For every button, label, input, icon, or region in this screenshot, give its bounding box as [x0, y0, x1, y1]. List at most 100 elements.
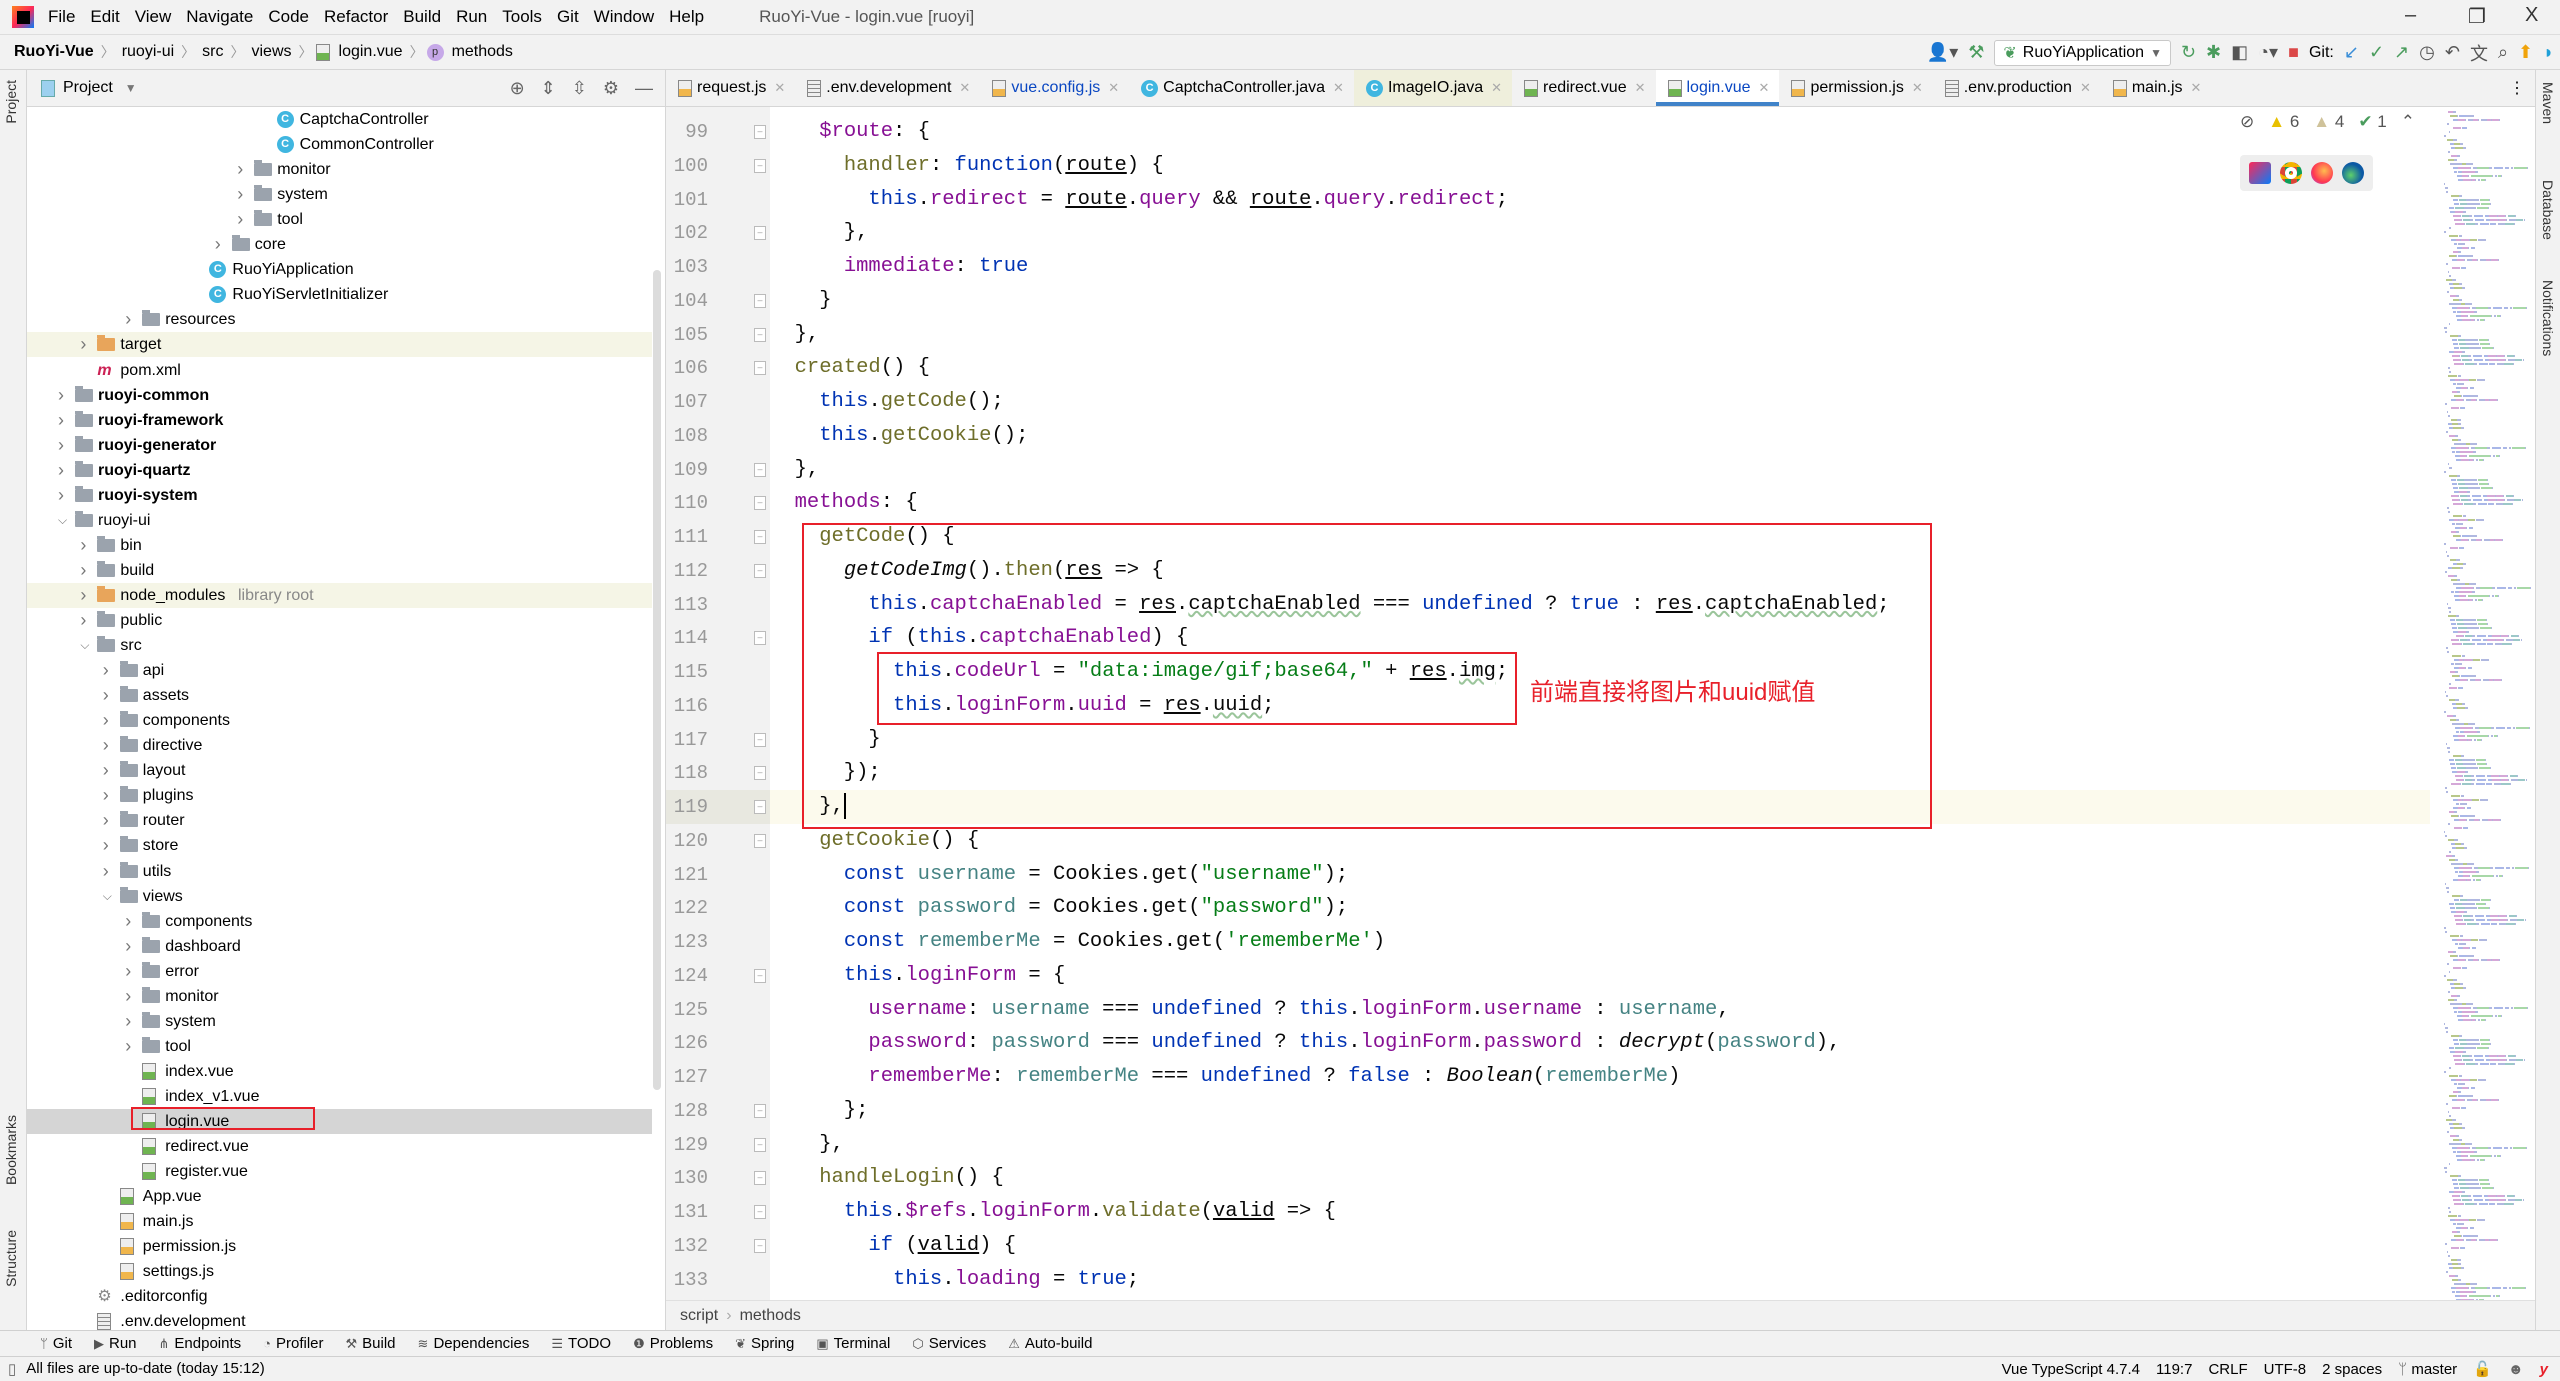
menu-tools[interactable]: Tools	[502, 7, 542, 27]
tree-item[interactable]: › error	[27, 959, 652, 984]
tab-main-js[interactable]: main.js ✕	[2101, 70, 2212, 106]
tree-item[interactable]: › ruoyi-generator	[27, 433, 652, 458]
chevron-down-icon[interactable]: ⌵	[103, 884, 112, 909]
breadcrumb-project[interactable]: RuoYi-Vue	[10, 43, 98, 61]
fold-marker-icon[interactable]: –	[754, 1205, 766, 1219]
chevron-right-icon[interactable]: ›	[125, 934, 131, 959]
tree-item[interactable]: › core	[27, 232, 652, 257]
tree-item[interactable]: › layout	[27, 758, 652, 783]
chevron-down-icon[interactable]: ⌵	[80, 633, 89, 658]
chevron-right-icon[interactable]: ›	[103, 683, 109, 708]
line-separator[interactable]: CRLF	[2208, 1361, 2247, 1378]
menu-navigate[interactable]: Navigate	[186, 7, 253, 27]
restore-button[interactable]: ❐	[2468, 4, 2486, 29]
chevron-right-icon[interactable]: ›	[58, 433, 64, 458]
fold-marker-icon[interactable]: –	[754, 125, 766, 139]
tree-item[interactable]: › tool	[27, 1034, 652, 1059]
tree-item[interactable]: ⌵ views	[27, 884, 652, 909]
chevron-right-icon[interactable]: ›	[58, 408, 64, 433]
rollback-icon[interactable]: ↶	[2445, 42, 2460, 63]
fold-marker-icon[interactable]: –	[754, 1137, 766, 1152]
fold-marker-icon[interactable]: –	[754, 732, 766, 747]
chrome-icon[interactable]	[2279, 162, 2302, 184]
chevron-right-icon[interactable]: ›	[215, 232, 221, 257]
fold-marker-icon[interactable]: –	[754, 361, 766, 376]
chevron-right-icon[interactable]: ›	[125, 909, 131, 934]
fold-marker-icon[interactable]: –	[754, 833, 766, 848]
close-tab-icon[interactable]: ✕	[959, 80, 970, 96]
tool-window-dependencies[interactable]: ≋ Dependencies	[418, 1335, 530, 1352]
tool-window-problems[interactable]: ❶ Problems	[633, 1335, 713, 1352]
tree-item[interactable]: › ruoyi-framework	[27, 408, 652, 433]
structure-tool-button[interactable]: Structure	[3, 1230, 19, 1287]
tree-item[interactable]: C CommonController	[27, 132, 652, 157]
tool-window-endpoints[interactable]: ⋔ Endpoints	[159, 1335, 242, 1352]
file-encoding[interactable]: UTF-8	[2264, 1361, 2307, 1378]
locate-icon[interactable]: ⊕	[510, 78, 525, 99]
tree-item[interactable]: › target	[27, 332, 652, 358]
bookmarks-tool-button[interactable]: Bookmarks	[3, 1115, 19, 1185]
tree-item[interactable]: › ruoyi-common	[27, 383, 652, 408]
tool-window-auto-build[interactable]: ⚠ Auto-build	[1008, 1335, 1092, 1352]
code-editor[interactable]: $route: { handler: function(route) { thi…	[770, 107, 2430, 1300]
tool-window-terminal[interactable]: ▣ Terminal	[816, 1335, 890, 1352]
tree-item[interactable]: › directive	[27, 733, 652, 758]
lock-icon[interactable]: 🔓	[2473, 1360, 2492, 1378]
language-service[interactable]: Vue TypeScript 4.7.4	[2002, 1361, 2140, 1378]
chevron-right-icon[interactable]: ›	[58, 383, 64, 408]
user-icon[interactable]: 👤▾	[1927, 42, 1958, 63]
tab-imageio-java[interactable]: C ImageIO.java ✕	[1353, 70, 1512, 106]
tree-item[interactable]: › tool	[27, 207, 652, 232]
close-tab-icon[interactable]: ✕	[1759, 80, 1770, 96]
fold-marker-icon[interactable]: –	[754, 1171, 766, 1186]
close-button[interactable]: X	[2525, 4, 2538, 27]
tree-item[interactable]: › assets	[27, 683, 652, 708]
tree-item[interactable]: › public	[27, 608, 652, 633]
chevron-right-icon[interactable]: ›	[125, 959, 131, 984]
fold-marker-icon[interactable]: –	[754, 158, 766, 173]
chevron-right-icon[interactable]: ›	[58, 483, 64, 508]
tree-item[interactable]: › components	[27, 909, 652, 934]
breadcrumb-src[interactable]: src	[198, 43, 227, 61]
tab-captchacontroller-java[interactable]: C CaptchaController.java ✕	[1129, 70, 1354, 106]
maven-tool-button[interactable]: Maven	[2540, 82, 2556, 124]
code-minimap[interactable]	[2440, 107, 2535, 1300]
menu-help[interactable]: Help	[669, 7, 704, 27]
chevron-right-icon[interactable]: ›	[125, 1009, 131, 1034]
coverage-icon[interactable]: ◧	[2231, 42, 2248, 63]
git-push-icon[interactable]: ↗	[2394, 42, 2409, 63]
chevron-right-icon[interactable]: ›	[125, 984, 131, 1009]
close-tab-icon[interactable]: ✕	[1108, 80, 1119, 96]
tree-item[interactable]: › router	[27, 808, 652, 833]
tree-item[interactable]: › system	[27, 182, 652, 207]
chevron-down-icon[interactable]: ▼	[125, 81, 137, 95]
tree-item[interactable]: index_v1.vue	[27, 1084, 652, 1109]
chevron-right-icon[interactable]: ›	[103, 708, 109, 733]
tree-item[interactable]: › plugins	[27, 783, 652, 808]
fold-marker-icon[interactable]: –	[754, 1103, 766, 1118]
menu-refactor[interactable]: Refactor	[324, 7, 388, 27]
fold-marker-icon[interactable]: –	[754, 327, 766, 342]
breadcrumb-file[interactable]: login.vue	[335, 43, 407, 61]
tree-item[interactable]: › node_modules library root	[27, 582, 652, 608]
tree-item[interactable]: › utils	[27, 859, 652, 884]
edge-icon[interactable]	[2342, 162, 2365, 184]
tab-env-production[interactable]: .env.production ✕	[1933, 70, 2101, 106]
breadcrumb-module[interactable]: ruoyi-ui	[118, 43, 178, 61]
tab-login-vue[interactable]: login.vue ✕	[1655, 70, 1780, 106]
tree-item[interactable]: ⌵ src	[27, 633, 652, 658]
tree-item[interactable]: › store	[27, 833, 652, 858]
chevron-right-icon[interactable]: ›	[237, 182, 243, 207]
translate-icon[interactable]: 文	[2470, 40, 2488, 66]
tree-item[interactable]: › monitor	[27, 984, 652, 1009]
tree-item[interactable]: › dashboard	[27, 934, 652, 959]
tree-item[interactable]: register.vue	[27, 1159, 652, 1184]
intellij-browser-icon[interactable]	[2248, 162, 2271, 184]
tab-request-js[interactable]: request.js ✕	[666, 70, 795, 106]
chevron-right-icon[interactable]: ›	[80, 583, 86, 608]
tool-window-git[interactable]: ᛘ Git	[40, 1335, 72, 1352]
fold-marker-icon[interactable]: –	[754, 530, 766, 544]
chevron-right-icon[interactable]: ›	[58, 458, 64, 483]
close-tab-icon[interactable]: ✕	[1635, 80, 1646, 96]
chevron-down-icon[interactable]: ⌵	[58, 508, 67, 533]
